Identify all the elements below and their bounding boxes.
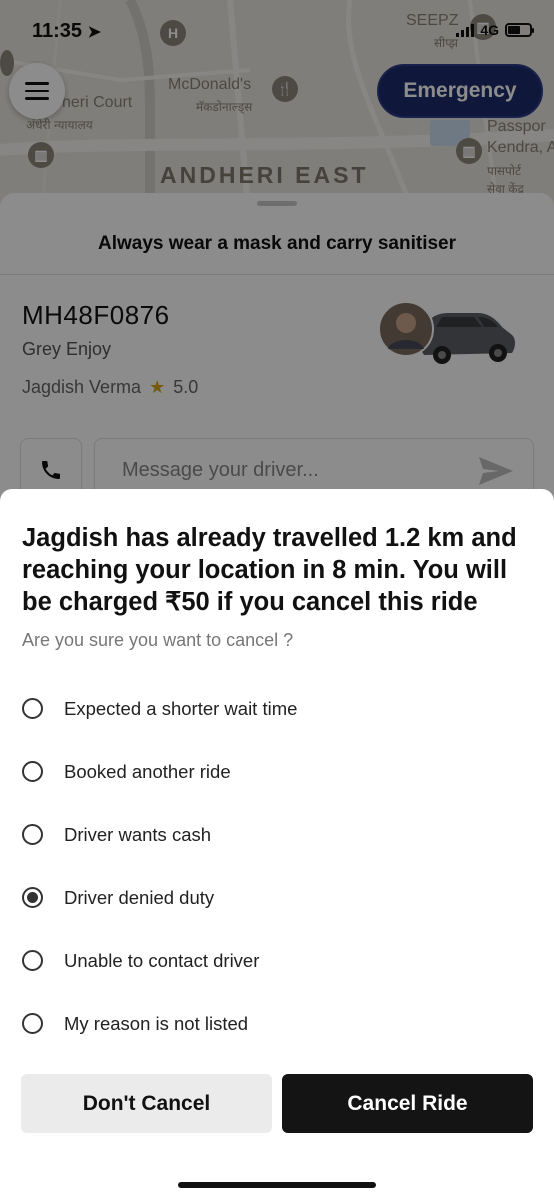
- reason-option[interactable]: Booked another ride: [0, 740, 554, 803]
- cancel-reasons-list: Expected a shorter wait time Booked anot…: [0, 677, 554, 1055]
- cancel-dialog-subtitle: Are you sure you want to cancel ?: [22, 630, 294, 650]
- radio-button[interactable]: [22, 761, 43, 782]
- dont-cancel-button[interactable]: Don't Cancel: [21, 1074, 272, 1133]
- cancel-ride-dialog: Jagdish has already travelled 1.2 km and…: [0, 489, 554, 1200]
- radio-button[interactable]: [22, 887, 43, 908]
- cancel-ride-button[interactable]: Cancel Ride: [282, 1074, 533, 1133]
- cancel-dialog-title: Jagdish has already travelled 1.2 km and…: [22, 524, 517, 616]
- reason-option[interactable]: Driver wants cash: [0, 803, 554, 866]
- reason-option[interactable]: My reason is not listed: [0, 992, 554, 1055]
- radio-button[interactable]: [22, 698, 43, 719]
- reason-label: Booked another ride: [64, 760, 231, 782]
- reason-option[interactable]: Driver denied duty: [0, 866, 554, 929]
- radio-button[interactable]: [22, 1013, 43, 1034]
- reason-label: Driver denied duty: [64, 886, 215, 908]
- reason-label: Driver wants cash: [64, 823, 212, 845]
- reason-label: Expected a shorter wait time: [64, 697, 298, 719]
- reason-option[interactable]: Unable to contact driver: [0, 929, 554, 992]
- reason-label: Unable to contact driver: [64, 949, 260, 971]
- radio-button[interactable]: [22, 824, 43, 845]
- reason-label: My reason is not listed: [64, 1012, 249, 1034]
- reason-option[interactable]: Expected a shorter wait time: [0, 677, 554, 740]
- home-indicator[interactable]: [178, 1182, 376, 1188]
- radio-button[interactable]: [22, 950, 43, 971]
